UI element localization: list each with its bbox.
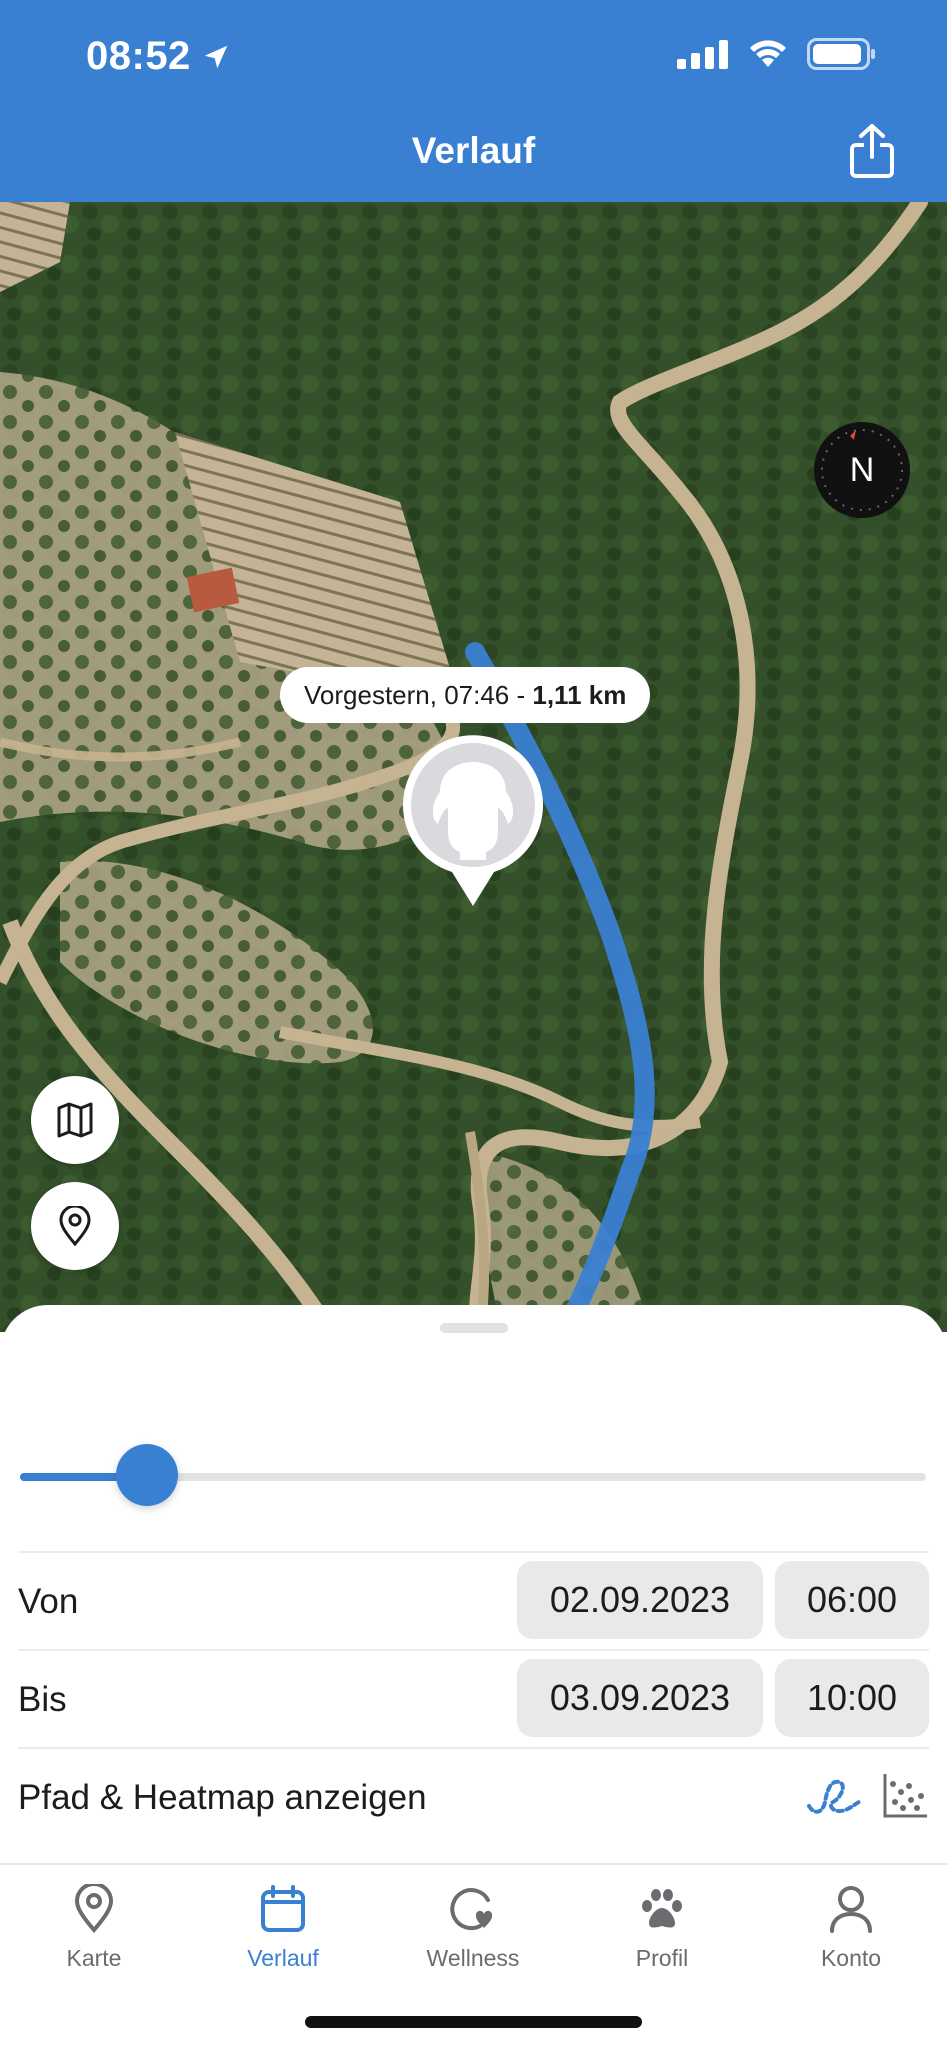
path-mode-button[interactable] xyxy=(805,1772,861,1825)
dog-avatar-pin-icon xyxy=(403,735,543,906)
wellness-icon xyxy=(447,1883,499,1935)
path-heatmap-label: Pfad & Heatmap anzeigen xyxy=(18,1778,427,1817)
view-mode-toggle xyxy=(805,1749,929,1847)
location-pin-icon xyxy=(59,1206,91,1246)
cellular-signal-icon xyxy=(677,40,728,69)
map-icon xyxy=(57,1102,93,1138)
to-date-field[interactable]: 03.09.2023 xyxy=(517,1659,763,1737)
position-tooltip: Vorgestern, 07:46 - 1,11 km xyxy=(280,667,651,723)
paw-icon xyxy=(636,1883,688,1935)
share-button[interactable] xyxy=(843,120,901,182)
wifi-icon xyxy=(750,40,786,67)
satellite-map[interactable]: N Vorgestern, 07:46 - 1,11 km xyxy=(0,202,947,1332)
path-heatmap-row: Pfad & Heatmap anzeigen xyxy=(18,1747,929,1845)
status-time: 08:52 xyxy=(86,34,231,79)
locate-button[interactable] xyxy=(31,1182,119,1270)
home-indicator xyxy=(305,2016,642,2028)
to-row: Bis 03.09.2023 10:00 xyxy=(18,1649,929,1747)
map-type-button[interactable] xyxy=(31,1076,119,1164)
calendar-icon xyxy=(257,1883,309,1935)
location-arrow-icon xyxy=(204,45,228,68)
account-icon xyxy=(825,1883,877,1935)
tab-profil[interactable]: Profil xyxy=(582,1883,742,1972)
tab-label-verlauf: Verlauf xyxy=(247,1945,319,1971)
compass-button[interactable]: N xyxy=(814,422,910,518)
tab-verlauf[interactable]: Verlauf xyxy=(203,1883,363,1972)
heatmap-mode-button[interactable] xyxy=(881,1772,929,1825)
tab-konto[interactable]: Konto xyxy=(771,1883,931,1972)
sheet-grabber[interactable] xyxy=(440,1323,508,1333)
tab-label-konto: Konto xyxy=(820,1945,882,1971)
map-pin-icon xyxy=(68,1883,120,1935)
header-bar: 08:52 Verlauf xyxy=(0,0,947,202)
status-time-label: 08:52 xyxy=(86,34,191,78)
path-icon xyxy=(807,1779,861,1814)
from-label: Von xyxy=(18,1582,79,1621)
from-date-field[interactable]: 02.09.2023 xyxy=(517,1561,763,1639)
compass-label: N xyxy=(849,450,875,489)
tooltip-distance: 1,11 km xyxy=(532,679,627,710)
tooltip-datetime: Vorgestern, 07:46 - xyxy=(304,679,533,710)
status-indicators xyxy=(677,38,877,70)
from-row: Von 02.09.2023 06:00 xyxy=(18,1551,929,1649)
battery-icon xyxy=(807,38,875,70)
pet-location-pin[interactable] xyxy=(400,732,546,912)
tab-label-karte: Karte xyxy=(66,1945,122,1971)
page-title: Verlauf xyxy=(411,130,536,171)
tab-label-wellness: Wellness xyxy=(426,1945,520,1971)
tab-karte[interactable]: Karte xyxy=(14,1883,174,1972)
share-icon xyxy=(850,124,894,178)
from-time-field[interactable]: 06:00 xyxy=(775,1561,929,1639)
filter-bottom-sheet: Von 02.09.2023 06:00 Bis 03.09.2023 10:0… xyxy=(0,1305,947,1865)
to-time-field[interactable]: 10:00 xyxy=(775,1659,929,1737)
timeline-slider-thumb[interactable] xyxy=(115,1444,178,1506)
heatmap-scatter-icon xyxy=(883,1773,927,1817)
to-label: Bis xyxy=(18,1680,67,1719)
tab-wellness[interactable]: Wellness xyxy=(393,1883,553,1972)
tab-label-profil: Profil xyxy=(635,1945,689,1971)
